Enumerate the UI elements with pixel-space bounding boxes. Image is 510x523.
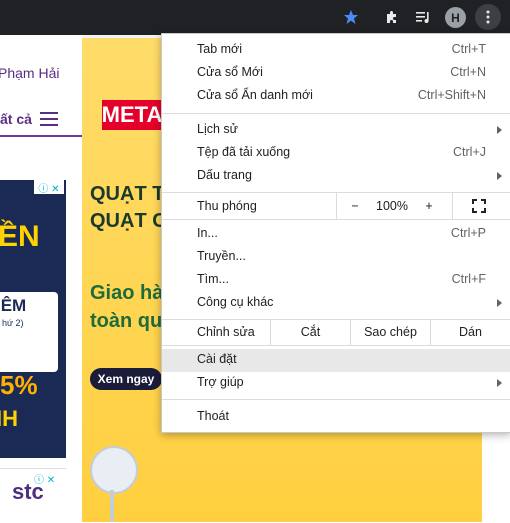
menu-item-downloads[interactable]: Tệp đã tải xuống Ctrl+J [162,142,510,165]
menu-item-cast[interactable]: Truyền... [162,246,510,269]
menu-item-label: Truyền... [197,249,246,263]
ad-banner-stc[interactable]: stc ⓘ ✕ [0,468,66,523]
zoom-level: 100% [376,199,408,213]
bookmark-star-icon[interactable] [340,6,362,28]
menu-item-shortcut: Ctrl+N [450,65,486,79]
menu-item-bookmarks[interactable]: Dấu trang [162,165,510,188]
submenu-arrow-icon [497,172,502,180]
zoom-in-button[interactable]: + [418,193,440,219]
zoom-divider [336,193,337,219]
menu-separator [162,113,510,114]
menu-item-shortcut: Ctrl+T [451,42,486,56]
menu-item-shortcut: Ctrl+J [453,145,486,159]
ad-bottom-text: IH [0,406,18,431]
category-bar: ất cả [0,107,82,137]
kebab-icon [486,10,490,24]
submenu-arrow-icon [497,379,502,387]
zoom-out-button[interactable]: − [344,193,366,219]
ad-headline: ỀN [0,220,40,253]
xem-ngay-button[interactable]: Xem ngay [90,368,162,390]
menu-item-label: In... [197,226,218,240]
paste-button[interactable]: Dán [431,319,510,345]
chrome-main-menu: Tab mới Ctrl+T Cửa sổ Mới Ctrl+N Cửa sổ … [161,33,510,433]
menu-item-print[interactable]: In... Ctrl+P [162,223,510,246]
menu-separator [162,345,510,346]
menu-separator [162,219,510,220]
menu-item-label: Cửa sổ Mới [197,65,263,79]
menu-item-label: Tab mới [197,42,243,56]
adchoices-icon[interactable]: ⓘ ✕ [34,180,64,195]
zoom-label: Thu phóng [197,199,257,213]
cut-button[interactable]: Cắt [271,319,350,345]
menu-item-shortcut: Ctrl+Shift+N [417,88,486,102]
menu-item-label: Cài đặt [197,352,237,366]
menu-item-settings[interactable]: Cài đặt [162,349,510,372]
menu-item-shortcut: Ctrl+P [450,226,486,240]
banner-line-3: Giao hà [90,282,164,304]
fan-stand-image [110,490,114,522]
ad-percent: 5% [0,370,38,400]
menu-item-label: Trợ giúp [197,375,244,389]
meta-logo: META [102,100,162,130]
menu-item-new-tab[interactable]: Tab mới Ctrl+T [162,39,510,62]
menu-item-label: Cửa sổ Ẩn danh mới [197,88,313,102]
media-playlist-icon[interactable] [412,6,434,28]
browser-toolbar: H [0,0,510,35]
fullscreen-icon [472,199,486,213]
copy-button[interactable]: Sao chép [351,319,430,345]
menu-item-label: Dấu trang [197,168,252,182]
menu-row-edit: Chỉnh sửa Cắt Sao chép Dán [162,319,510,345]
hamburger-menu-icon[interactable] [40,112,58,126]
ad-box-title: IÊM [0,296,27,315]
ad-promo-box: IÊM hứ 2) [0,292,58,372]
menu-item-label: Công cụ khác [197,295,274,309]
menu-item-help[interactable]: Trợ giúp [162,372,510,395]
menu-item-incognito[interactable]: Cửa sổ Ẩn danh mới Ctrl+Shift+N [162,85,510,108]
ad-banner-left[interactable]: ⓘ ✕ ỀN IÊM hứ 2) 5% IH [0,180,66,458]
fullscreen-button[interactable] [462,193,496,219]
menu-item-label: Tệp đã tải xuống [197,145,291,159]
profile-avatar[interactable]: H [445,7,466,28]
menu-item-label: Lịch sử [197,122,239,136]
user-name[interactable]: Phạm Hải [0,65,59,81]
submenu-arrow-icon [497,299,502,307]
adchoices-icon[interactable]: ⓘ ✕ [34,471,64,486]
more-menu-button[interactable] [475,4,501,30]
menu-row-zoom: Thu phóng − 100% + [162,193,510,219]
extensions-puzzle-icon[interactable] [381,6,403,28]
menu-item-more-tools[interactable]: Công cụ khác [162,292,510,315]
menu-item-history[interactable]: Lịch sử [162,119,510,142]
menu-item-new-window[interactable]: Cửa sổ Mới Ctrl+N [162,62,510,85]
menu-item-shortcut: Ctrl+F [451,272,486,286]
menu-item-exit[interactable]: Thoát [162,406,510,429]
menu-item-find[interactable]: Tìm... Ctrl+F [162,269,510,292]
category-label[interactable]: ất cả [0,111,32,127]
menu-item-label: Tìm... [197,272,229,286]
banner-line-4: toàn qu [90,310,163,332]
menu-separator [162,399,510,400]
edit-label: Chỉnh sửa [197,325,255,339]
fan-image [90,446,138,494]
submenu-arrow-icon [497,126,502,134]
menu-item-label: Thoát [197,409,229,423]
left-column: Phạm Hải ất cả ⓘ ✕ ỀN IÊM hứ 2) 5% IH st… [0,35,82,523]
ad-box-subtitle: hứ 2) [2,318,24,328]
zoom-divider [452,193,453,219]
